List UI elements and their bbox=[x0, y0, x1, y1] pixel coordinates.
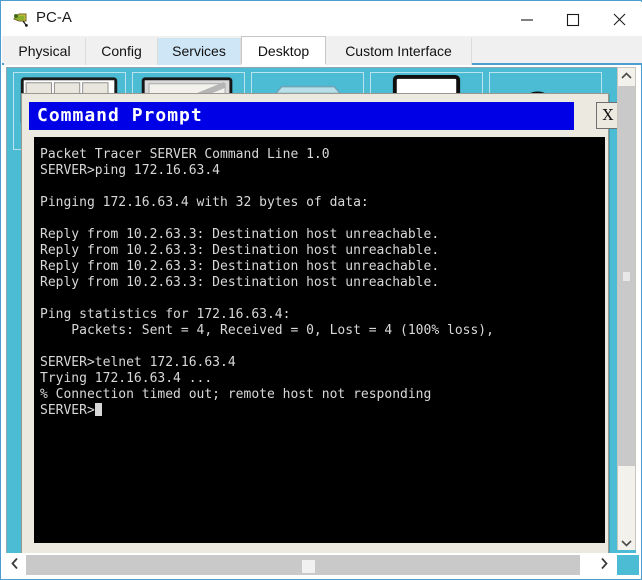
window-title-bar: PC-A bbox=[2, 2, 642, 36]
pc-a-device-window: PC-A Physical Config Services Desktop Cu… bbox=[0, 0, 642, 580]
vertical-scrollbar[interactable] bbox=[617, 67, 636, 554]
terminal-line: % Connection timed out; remote host not … bbox=[40, 387, 432, 402]
scroll-thumb-grip bbox=[623, 272, 630, 281]
chevron-down-icon bbox=[621, 539, 632, 547]
command-prompt-title-bar[interactable]: Command Prompt bbox=[29, 102, 574, 130]
scroll-up-button[interactable] bbox=[618, 68, 635, 86]
terminal-line: SERVER>ping 172.16.63.4 bbox=[40, 163, 221, 178]
command-prompt-title: Command Prompt bbox=[37, 105, 203, 126]
terminal-line: Reply from 10.2.63.3: Destination host u… bbox=[40, 275, 440, 290]
terminal-cursor bbox=[94, 403, 102, 416]
terminal-line: Reply from 10.2.63.3: Destination host u… bbox=[40, 259, 440, 274]
chevron-up-icon bbox=[621, 71, 632, 79]
maximize-button[interactable] bbox=[550, 3, 596, 36]
minimize-icon bbox=[521, 18, 533, 21]
chevron-left-icon bbox=[11, 557, 18, 570]
terminal-text: Packet Tracer SERVER Command Line 1.0 SER… bbox=[40, 147, 494, 419]
terminal-line: Trying 172.16.63.4 ... bbox=[40, 371, 213, 386]
minimize-button[interactable] bbox=[504, 3, 550, 36]
terminal-line: Packets: Sent = 4, Received = 0, Lost = … bbox=[40, 323, 494, 338]
tab-services[interactable]: Services bbox=[158, 38, 241, 65]
tab-config[interactable]: Config bbox=[86, 38, 158, 65]
tab-custom-interface[interactable]: Custom Interface bbox=[326, 38, 472, 65]
terminal-line: Ping statistics for 172.16.63.4: bbox=[40, 307, 291, 322]
scroll-left-button[interactable] bbox=[4, 555, 26, 575]
terminal-line: Packet Tracer SERVER Command Line 1.0 bbox=[40, 147, 330, 162]
vertical-scroll-thumb[interactable] bbox=[618, 86, 635, 466]
maximize-icon bbox=[566, 13, 580, 26]
horizontal-scrollbar[interactable] bbox=[2, 553, 641, 577]
chevron-right-icon bbox=[601, 557, 608, 570]
page-title: PC-A bbox=[36, 9, 72, 26]
packet-tracer-device-icon bbox=[12, 10, 30, 28]
terminal-output-area[interactable]: Packet Tracer SERVER Command Line 1.0 SER… bbox=[34, 137, 605, 543]
vertical-scroll-track[interactable] bbox=[618, 86, 635, 537]
terminal-line: Reply from 10.2.63.3: Destination host u… bbox=[40, 227, 440, 242]
horizontal-scroll-thumb[interactable] bbox=[302, 560, 315, 573]
close-button[interactable] bbox=[596, 3, 642, 36]
terminal-line: SERVER> bbox=[40, 403, 494, 419]
terminal-line: Pinging 172.16.63.4 with 32 bytes of dat… bbox=[40, 195, 369, 210]
scroll-right-button[interactable] bbox=[593, 555, 615, 575]
command-prompt-window: Command Prompt X Packet Tracer SERVER Co… bbox=[21, 93, 617, 553]
terminal-line: SERVER>telnet 172.16.63.4 bbox=[40, 355, 236, 370]
command-prompt-close-button[interactable]: X bbox=[596, 102, 617, 129]
tab-desktop[interactable]: Desktop bbox=[241, 36, 326, 65]
desktop-applications-pane: Command Prompt X Packet Tracer SERVER Co… bbox=[6, 67, 618, 554]
terminal-line: Reply from 10.2.63.3: Destination host u… bbox=[40, 243, 440, 258]
device-tab-bar: Physical Config Services Desktop Custom … bbox=[2, 36, 642, 65]
scrollbar-corner-bottom-right bbox=[617, 555, 639, 575]
close-icon bbox=[613, 13, 625, 26]
tab-physical[interactable]: Physical bbox=[4, 38, 86, 65]
horizontal-scroll-track[interactable] bbox=[26, 555, 580, 575]
